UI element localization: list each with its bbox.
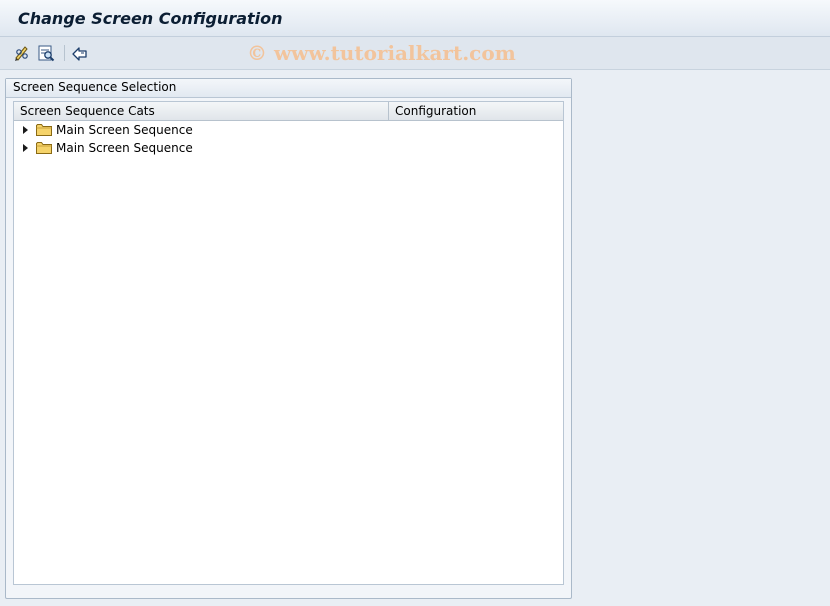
column-header-screen-sequence-cats[interactable]: Screen Sequence Cats xyxy=(20,104,155,118)
pencil-glasses-icon[interactable] xyxy=(12,43,32,63)
tree-node-label[interactable]: Main Screen Sequence xyxy=(56,141,193,155)
page-title: Change Screen Configuration xyxy=(18,9,283,28)
tree-node-label[interactable]: Main Screen Sequence xyxy=(56,123,193,137)
tree-header: Screen Sequence Cats Configuration xyxy=(14,102,563,121)
tree-node[interactable]: Main Screen Sequence xyxy=(14,139,563,157)
panel-title: Screen Sequence Selection xyxy=(13,80,177,94)
column-header-configuration[interactable]: Configuration xyxy=(395,104,476,118)
screen-sequence-selection-panel: Screen Sequence Selection Screen Sequenc… xyxy=(5,78,572,599)
expand-arrow-icon[interactable] xyxy=(23,126,28,134)
tree-node[interactable]: Main Screen Sequence xyxy=(14,121,563,139)
folder-icon xyxy=(36,124,52,136)
watermark: © www.tutorialkart.com xyxy=(247,41,516,65)
toolbar-separator xyxy=(64,45,65,61)
application-toolbar: © www.tutorialkart.com xyxy=(0,37,830,70)
folder-icon xyxy=(36,142,52,154)
where-used-list-icon[interactable] xyxy=(36,43,56,63)
cross-application-icon[interactable] xyxy=(70,43,90,63)
expand-arrow-icon[interactable] xyxy=(23,144,28,152)
screen-sequence-tree: Screen Sequence Cats Configuration Main … xyxy=(13,101,564,585)
title-bar: Change Screen Configuration xyxy=(0,0,830,37)
column-divider[interactable] xyxy=(388,102,389,120)
panel-title-bar: Screen Sequence Selection xyxy=(6,79,571,98)
